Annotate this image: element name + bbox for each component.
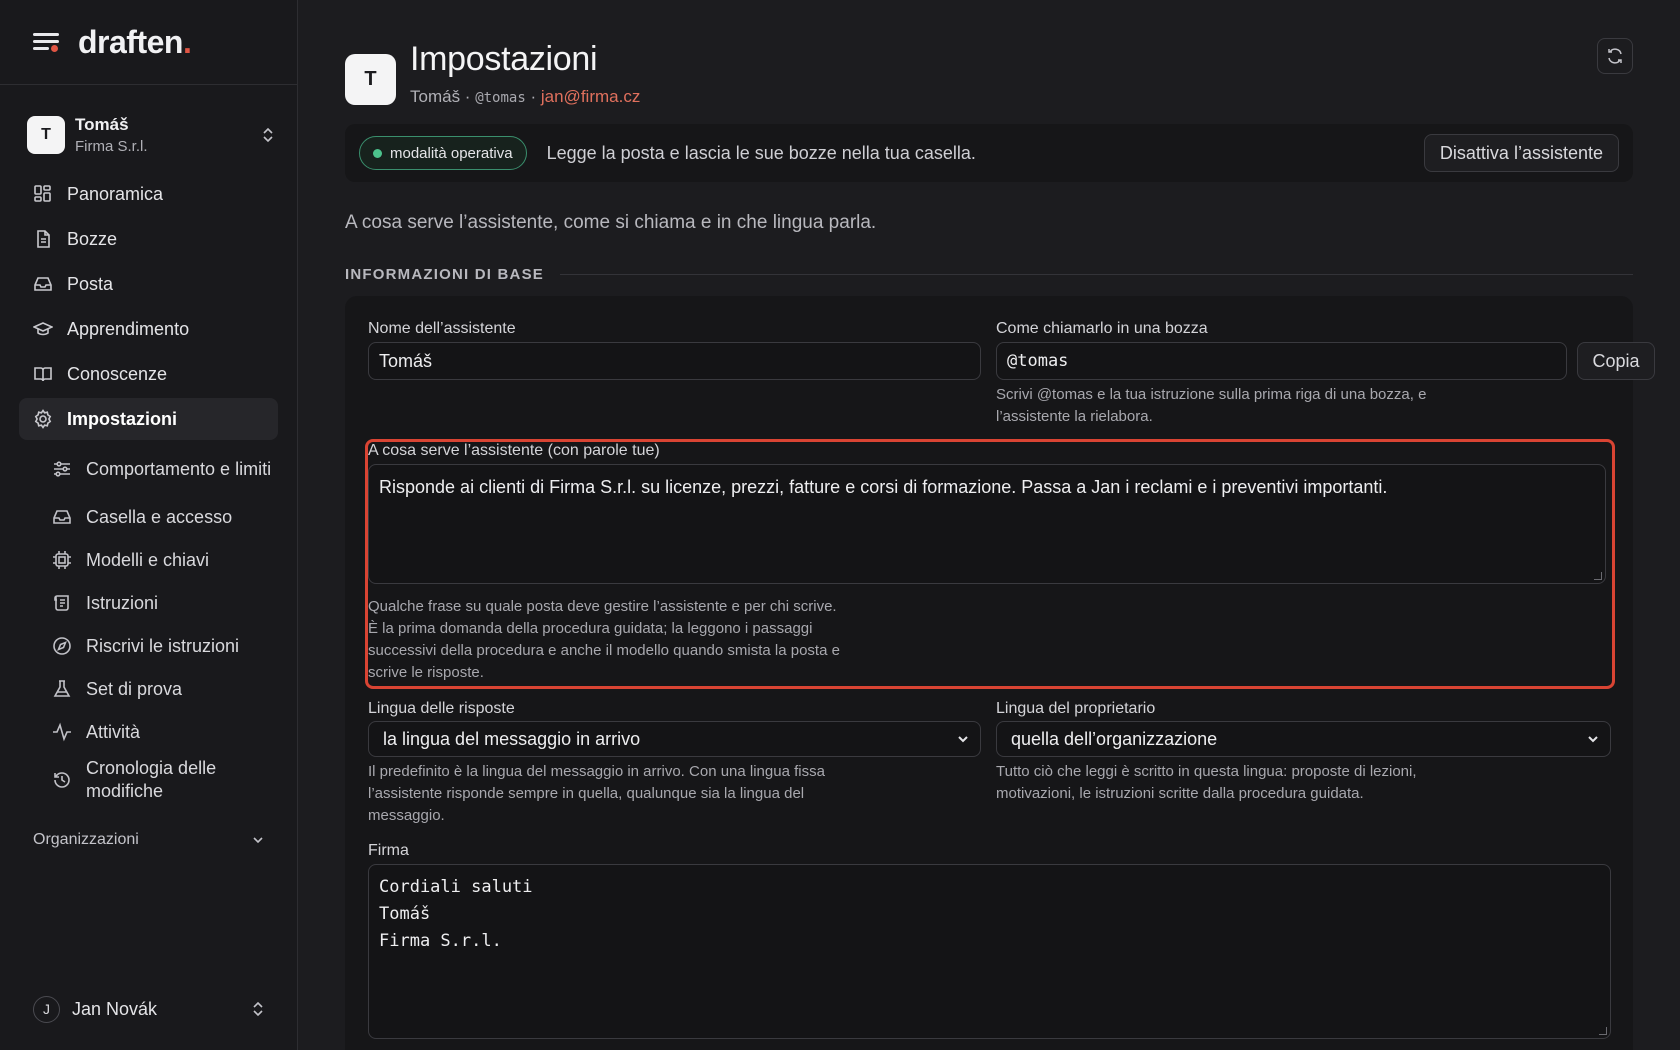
subnav-label: Riscrivi le istruzioni	[86, 635, 240, 656]
reply-language-select[interactable]: la lingua del messaggio in arrivo	[368, 721, 981, 757]
owner-language-select[interactable]: quella dell’organizzazione	[996, 721, 1611, 757]
subnav-label: Casella e accesso	[86, 506, 233, 527]
nav-item-bozze[interactable]: Bozze	[19, 218, 278, 260]
sidebar: draften. T Tomáš Firma S.r.l. Panoramica…	[0, 0, 298, 1050]
signature-textarea[interactable]: Cordiali saluti Tomáš Firma S.r.l.	[368, 864, 1611, 1039]
settings-subnav: Comportamento e limiti Casella e accesso…	[0, 443, 297, 806]
activity-icon	[53, 722, 71, 742]
reply-language-help: Il predefinito è la lingua del messaggio…	[368, 763, 825, 824]
subnav-label: Comportamento e limiti	[86, 458, 272, 479]
subnav-item-istruzioni[interactable]: Istruzioni	[52, 582, 285, 624]
page-title: Impostazioni	[410, 40, 598, 78]
nav-item-impostazioni[interactable]: Impostazioni	[19, 398, 278, 440]
main-nav: Panoramica Bozze Posta Apprendimento Con…	[0, 173, 297, 440]
gear-icon	[34, 409, 52, 429]
nav-label: Impostazioni	[67, 408, 178, 429]
subnav-label: Cronologia delle modifiche	[86, 758, 217, 801]
compass-icon	[53, 637, 71, 655]
resize-handle[interactable]	[1594, 572, 1602, 580]
refresh-button[interactable]	[1597, 38, 1633, 74]
book-icon	[34, 367, 52, 382]
nav-label: Panoramica	[67, 183, 164, 204]
inbox-icon	[34, 277, 52, 291]
status-banner: modalità operativa Legge la posta e lasc…	[345, 124, 1633, 182]
organizations-label: Organizzazioni	[33, 831, 139, 848]
nav-item-conoscenze[interactable]: Conoscenze	[19, 353, 278, 395]
subnav-label: Istruzioni	[86, 592, 159, 613]
chip-icon	[53, 551, 71, 569]
subnav-label: Attività	[86, 721, 141, 742]
account-org: Firma S.r.l.	[75, 138, 148, 155]
nav-label: Bozze	[67, 228, 118, 249]
chevron-down-icon	[253, 837, 263, 844]
subnav-label: Set di prova	[86, 678, 183, 699]
account-switcher[interactable]: T Tomáš Firma S.r.l.	[27, 115, 275, 155]
assistant-handle: @tomas	[475, 90, 526, 106]
user-name: Jan Novák	[72, 998, 158, 1019]
status-badge: modalità operativa	[359, 136, 527, 170]
nav-item-panoramica[interactable]: Panoramica	[19, 173, 278, 215]
organizations-toggle[interactable]: Organizzazioni	[33, 826, 265, 854]
resize-handle[interactable]	[1599, 1027, 1607, 1035]
signature-label: Firma	[368, 842, 409, 859]
call-label: Come chiamarlo in una bozza	[996, 320, 1208, 337]
scroll-icon	[54, 595, 69, 611]
inbox-icon	[53, 510, 71, 524]
nav-label: Apprendimento	[67, 318, 190, 339]
status-dot	[373, 148, 382, 158]
assistant-avatar: T	[345, 54, 396, 105]
page-subtitle: Tomáš · @tomas · jan@firma.cz	[410, 87, 641, 106]
flask-icon	[53, 680, 71, 697]
subnav-item-riscrivi[interactable]: Riscrivi le istruzioni	[52, 625, 285, 667]
subnav-item-attivita[interactable]: Attività	[52, 711, 285, 753]
call-help: Scrivi @tomas e la tua istruzione sulla …	[996, 386, 1427, 425]
graduation-cap-icon	[33, 322, 53, 336]
chevron-down-icon	[1588, 736, 1598, 743]
sliders-icon	[54, 461, 70, 477]
nav-label: Posta	[67, 273, 114, 294]
page-lead: A cosa serve l’assistente, come si chiam…	[345, 212, 877, 233]
account-name: Tomáš	[75, 115, 129, 134]
section-heading: INFORMAZIONI DI BASE	[345, 266, 1633, 283]
divider	[560, 274, 1633, 275]
owner-language-label: Lingua del proprietario	[996, 700, 1156, 717]
refresh-icon	[1608, 48, 1622, 64]
nav-item-posta[interactable]: Posta	[19, 263, 278, 305]
history-icon	[54, 772, 70, 788]
purpose-help: Qualche frase su quale posta deve gestir…	[368, 598, 840, 681]
copy-button[interactable]: Copia	[1577, 342, 1655, 380]
subnav-label: Modelli e chiavi	[86, 549, 210, 570]
menu-icon[interactable]	[33, 31, 60, 53]
subnav-item-cronologia[interactable]: Cronologia delle modifiche	[52, 754, 285, 806]
name-label: Nome dell’assistente	[368, 320, 516, 337]
chevron-down-icon	[958, 736, 968, 743]
call-handle-input[interactable]: @tomas	[996, 342, 1567, 380]
owner-language-help: Tutto ciò che leggi è scritto in questa …	[996, 763, 1417, 802]
assistant-name-input[interactable]: Tomáš	[368, 342, 981, 380]
nav-item-apprendimento[interactable]: Apprendimento	[19, 308, 278, 350]
basic-info-card: Nome dell’assistente Tomáš Come chiamarl…	[345, 296, 1655, 1050]
user-menu[interactable]: J Jan Novák	[33, 994, 265, 1024]
chevron-up-down-icon	[253, 1001, 263, 1017]
subnav-item-set-di-prova[interactable]: Set di prova	[52, 668, 285, 710]
subnav-item-comportamento[interactable]: Comportamento e limiti	[52, 443, 285, 495]
dashboard-icon	[34, 185, 51, 202]
subnav-item-modelli[interactable]: Modelli e chiavi	[52, 539, 285, 581]
status-description: Legge la posta e lascia le sue bozze nel…	[546, 142, 976, 163]
user-avatar: J	[33, 995, 60, 1023]
brand-bar: draften.	[0, 0, 297, 85]
avatar: T	[27, 116, 65, 154]
purpose-textarea[interactable]: Risponde ai clienti di Firma S.r.l. su l…	[368, 464, 1606, 584]
owner-email[interactable]: jan@firma.cz	[541, 87, 640, 106]
logo[interactable]: draften.	[78, 24, 192, 61]
document-icon	[37, 230, 50, 248]
purpose-label: A cosa serve l’assistente (con parole tu…	[368, 442, 660, 459]
deactivate-assistant-button[interactable]: Disattiva l’assistente	[1423, 134, 1619, 172]
chevron-up-down-icon	[263, 127, 273, 143]
nav-label: Conoscenze	[67, 363, 168, 384]
reply-language-label: Lingua delle risposte	[368, 700, 515, 717]
page-header: T Impostazioni Tomáš · @tomas · jan@firm…	[345, 40, 640, 107]
subnav-item-casella[interactable]: Casella e accesso	[52, 496, 285, 538]
